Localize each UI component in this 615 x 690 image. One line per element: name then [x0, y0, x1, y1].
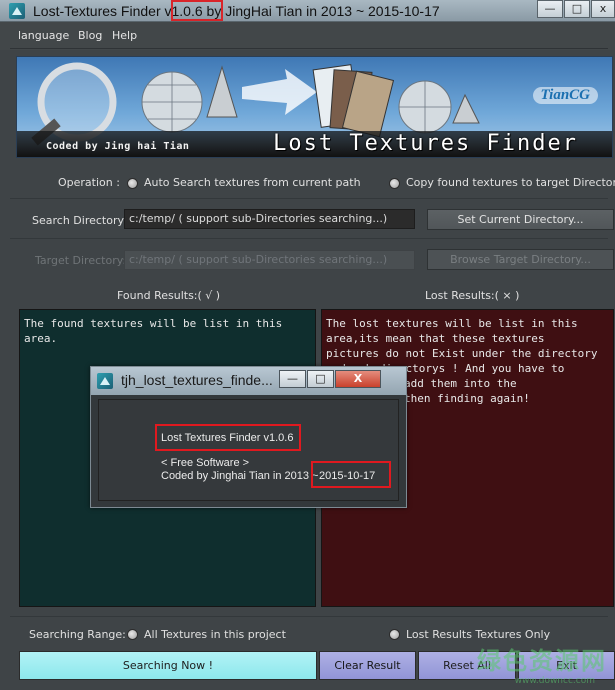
target-directory-label: Target Directory: [35, 254, 127, 267]
date-highlight-box [311, 461, 391, 488]
close-button[interactable]: x [591, 0, 615, 18]
found-results-header: Found Results:( √ ) [117, 289, 221, 302]
menu-divider [10, 48, 608, 49]
version-highlight-box [171, 0, 223, 21]
maximize-button[interactable]: □ [564, 0, 590, 18]
menu-bar: language Blog Help [0, 22, 615, 50]
radio-auto-search[interactable] [127, 178, 138, 189]
menu-help[interactable]: Help [112, 29, 137, 42]
lost-line: The lost textures will be list in this [326, 317, 578, 330]
about-license: < Free Software > [161, 457, 250, 469]
found-line: area. [24, 332, 58, 345]
searching-range-label: Searching Range: [29, 628, 126, 641]
found-line: The found textures will be list in this [24, 317, 283, 330]
site-watermark-url: www.downcc.com [514, 676, 595, 686]
about-dialog: tjh_lost_textures_finde... — □ X Lost Te… [90, 366, 407, 508]
searching-now-button[interactable]: Searching Now ! [19, 651, 317, 680]
lost-line: area,its mean that these textures [326, 332, 545, 345]
about-dialog-title: tjh_lost_textures_finde... [121, 372, 273, 388]
browse-target-directory-button[interactable]: Browse Target Directory... [427, 249, 614, 270]
set-current-directory-button[interactable]: Set Current Directory... [427, 209, 614, 230]
product-highlight-box [155, 424, 301, 451]
clear-result-button[interactable]: Clear Result [319, 651, 416, 680]
radio-all-textures[interactable] [127, 629, 138, 640]
about-dialog-body: Lost Textures Finder v1.0.6 < Free Softw… [98, 399, 399, 501]
minimize-button[interactable]: — [537, 0, 563, 18]
radio-copy-found[interactable] [389, 178, 400, 189]
cone-shape [206, 65, 238, 118]
banner-credit: Coded by Jing hai Tian [46, 141, 190, 152]
radio-all-textures-label[interactable]: All Textures in this project [144, 628, 286, 641]
tiancg-logo: TianCG [532, 87, 598, 104]
radio-lost-only[interactable] [389, 629, 400, 640]
app-icon [9, 3, 25, 19]
about-credit: Coded by Jinghai Tian in 2013 ~ [161, 470, 319, 482]
dialog-controls: — □ X [279, 370, 382, 388]
radio-auto-search-label[interactable]: Auto Search textures from current path [144, 176, 361, 189]
lost-results-header: Lost Results:( × ) [425, 289, 520, 302]
search-directory-input[interactable]: c:/temp/ ( support sub-Directories searc… [124, 209, 415, 229]
search-directory-label: Search Directory: [32, 214, 127, 227]
dialog-maximize-button[interactable]: □ [307, 370, 334, 388]
target-directory-input[interactable]: c:/temp/ ( support sub-Directories searc… [124, 250, 415, 270]
dialog-close-button[interactable]: X [335, 370, 381, 388]
operation-label: Operation : [58, 176, 120, 189]
banner-title: Lost Textures Finder [273, 131, 578, 156]
window-titlebar: Lost-Textures Finder v1.0.6 by JingHai T… [0, 0, 615, 22]
radio-lost-only-label[interactable]: Lost Results Textures Only [406, 628, 550, 641]
dialog-minimize-button[interactable]: — [279, 370, 306, 388]
menu-blog[interactable]: Blog [78, 29, 102, 42]
site-watermark: 绿色资源网 [477, 647, 607, 675]
lost-line: pictures do not Exist under the director… [326, 347, 598, 360]
radio-copy-found-label[interactable]: Copy found textures to target Directory [406, 176, 615, 189]
dialog-app-icon [97, 373, 113, 389]
banner-arrow [242, 69, 317, 115]
window-controls: — □ x [536, 0, 615, 20]
about-dialog-titlebar: tjh_lost_textures_finde... — □ X [91, 367, 406, 395]
banner-image: TianCG Coded by Jing hai Tian Lost Textu… [16, 56, 613, 158]
window-title: Lost-Textures Finder v1.0.6 by JingHai T… [33, 3, 440, 19]
menu-language[interactable]: language [18, 29, 69, 42]
